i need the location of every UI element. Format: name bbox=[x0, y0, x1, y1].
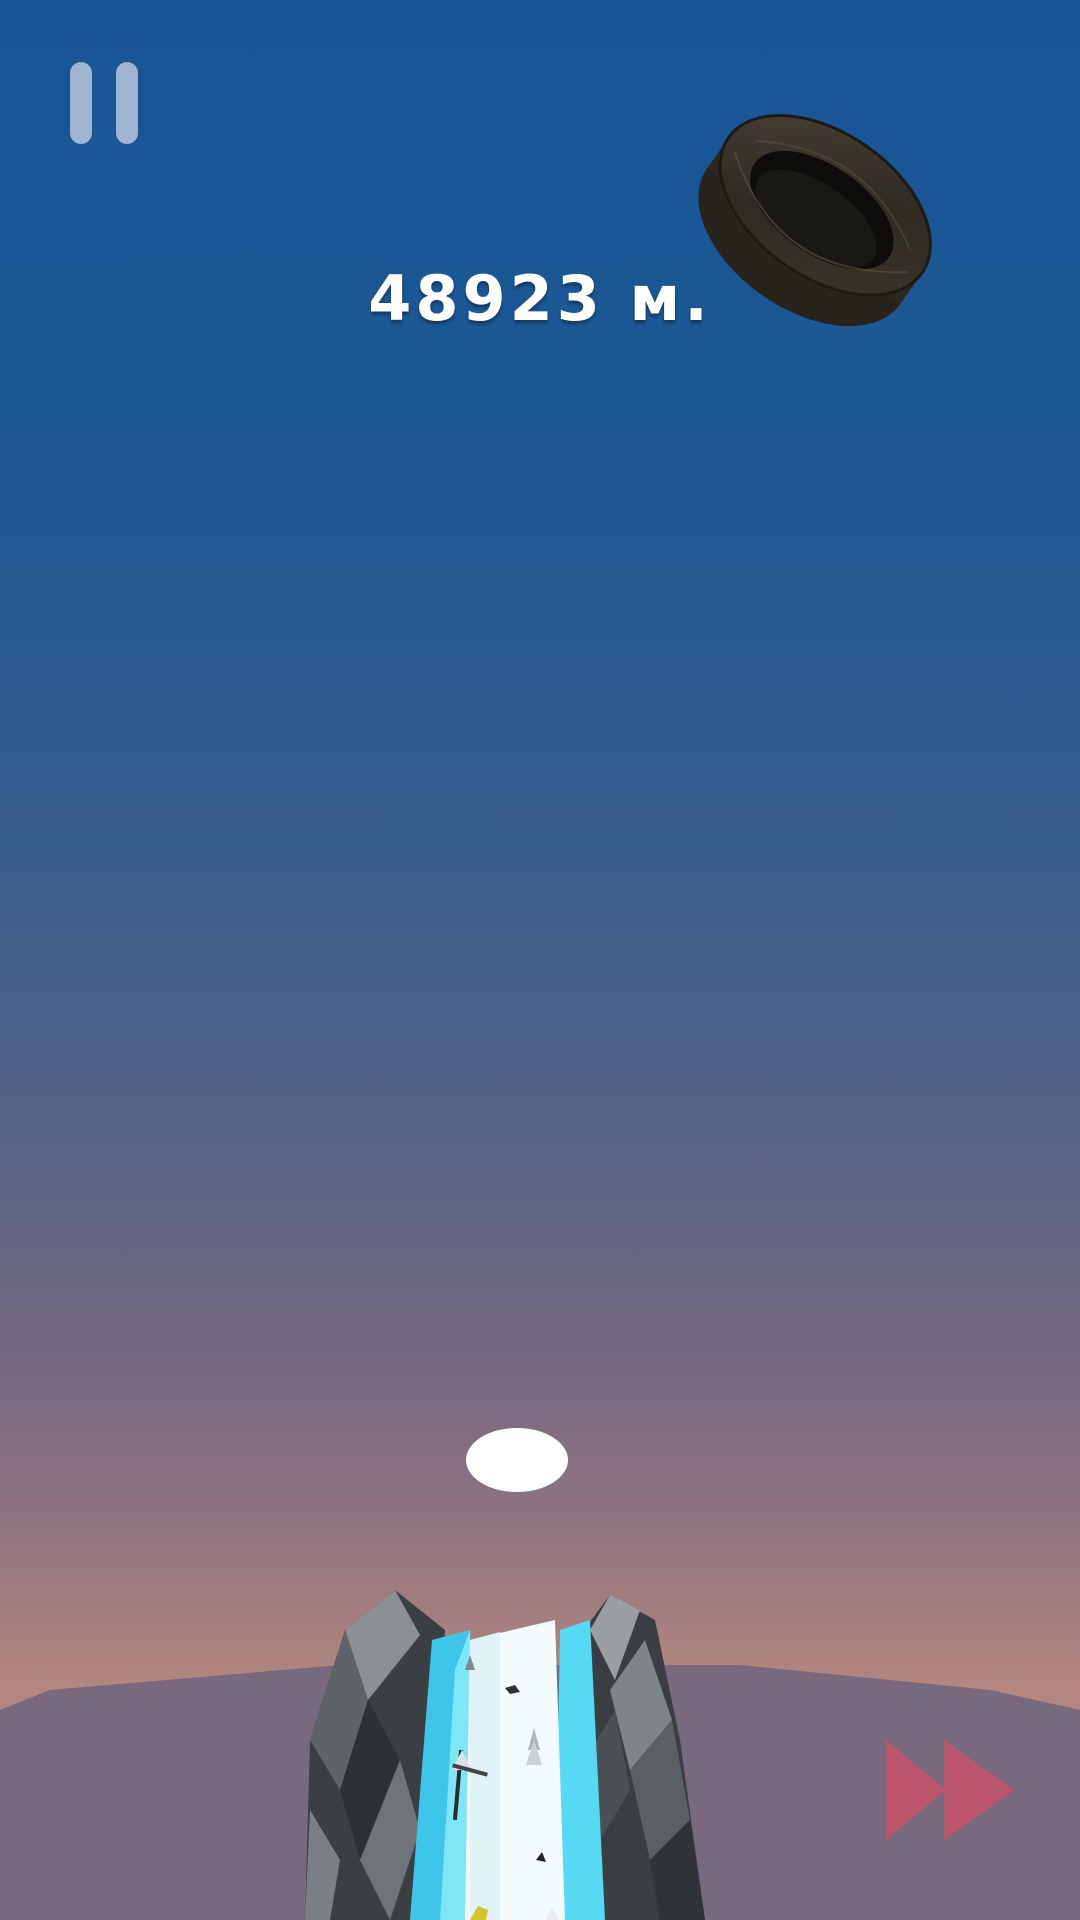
fast-forward-icon bbox=[886, 1740, 1014, 1840]
player-ball bbox=[466, 1428, 568, 1492]
game-scene[interactable]: 48923 м. bbox=[0, 0, 1080, 1920]
pause-button[interactable] bbox=[70, 62, 138, 144]
distance-value: 48923 bbox=[368, 262, 604, 335]
tire-obstacle bbox=[698, 113, 932, 327]
fast-forward-button[interactable] bbox=[884, 1736, 1016, 1844]
